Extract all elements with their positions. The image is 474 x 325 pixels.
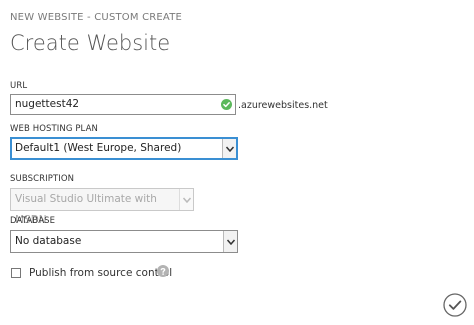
subscription-select: Visual Studio Ultimate with MSDN [10,188,194,226]
hosting-plan-select[interactable]: Default1 (West Europe, Shared) [10,137,238,160]
publish-source-control-label[interactable]: Publish from source control [29,267,172,279]
publish-source-control-checkbox[interactable] [11,268,21,278]
url-input[interactable]: nugettest42 [10,94,236,115]
hosting-plan-value: Default1 (West Europe, Shared) [15,142,182,154]
chevron-down-icon[interactable] [222,139,236,158]
chevron-down-icon[interactable] [223,231,237,252]
url-label: URL [10,81,28,91]
page-title: Create Website [10,31,171,55]
breadcrumb: NEW WEBSITE - CUSTOM CREATE [10,12,183,23]
hosting-plan-label: WEB HOSTING PLAN [10,124,98,134]
chevron-down-icon [179,189,193,210]
database-select[interactable]: No database [10,230,238,253]
checkmark-circle-icon[interactable] [443,293,467,317]
database-value: No database [15,235,82,247]
subscription-label: SUBSCRIPTION [10,174,75,184]
database-label: DATABASE [10,216,56,226]
question-circle-icon[interactable] [157,265,169,277]
check-circle-icon [221,99,232,110]
url-domain-suffix: .azurewebsites.net [238,100,328,111]
